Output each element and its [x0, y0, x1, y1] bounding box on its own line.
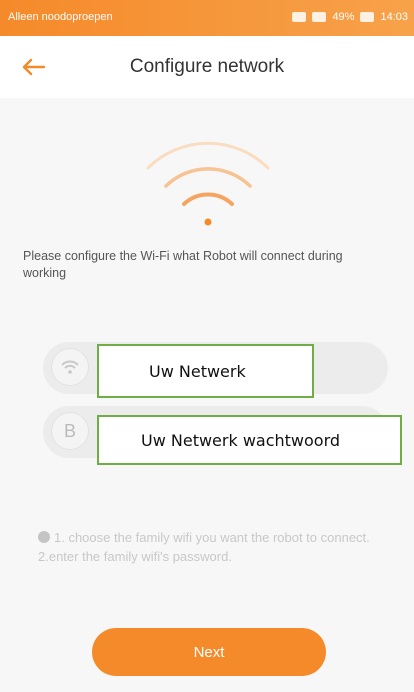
network-label: Uw Netwerk	[149, 361, 246, 381]
page-title: Configure network	[129, 56, 285, 77]
battery-icon	[360, 12, 375, 22]
description-text: Please configure the Wi-Fi what Robot wi…	[23, 249, 343, 280]
network-label-overlay: Uw Netwerk	[97, 344, 314, 398]
wifi-status-icon	[312, 12, 327, 22]
battery-percent: 49%	[332, 11, 355, 23]
clock: 14:03	[380, 11, 408, 23]
header: Configure network	[0, 36, 414, 99]
status-icons: 49% 14:03	[292, 11, 408, 23]
instructions: 1. choose the family wifi you want the r…	[38, 528, 388, 566]
password-label: Uw Netwerk wachtwoord	[141, 430, 341, 450]
instruction-line-2: 2.enter the family wifi's password.	[38, 549, 232, 564]
next-button[interactable]: Next	[92, 628, 326, 676]
status-bar: Alleen noodoproepen 49% 14:03	[0, 0, 414, 36]
password-label-overlay: Uw Netwerk wachtwoord	[97, 415, 402, 465]
wifi-illustration-icon	[146, 141, 270, 226]
instruction-line-1: 1. choose the family wifi you want the r…	[54, 530, 370, 545]
info-icon	[38, 531, 50, 543]
signal-icon	[292, 12, 307, 22]
wifi-icon	[51, 348, 89, 386]
lock-icon: B	[51, 412, 89, 450]
carrier-text: Alleen noodoproepen	[8, 11, 113, 23]
main-content: Please configure the Wi-Fi what Robot wi…	[0, 98, 414, 692]
